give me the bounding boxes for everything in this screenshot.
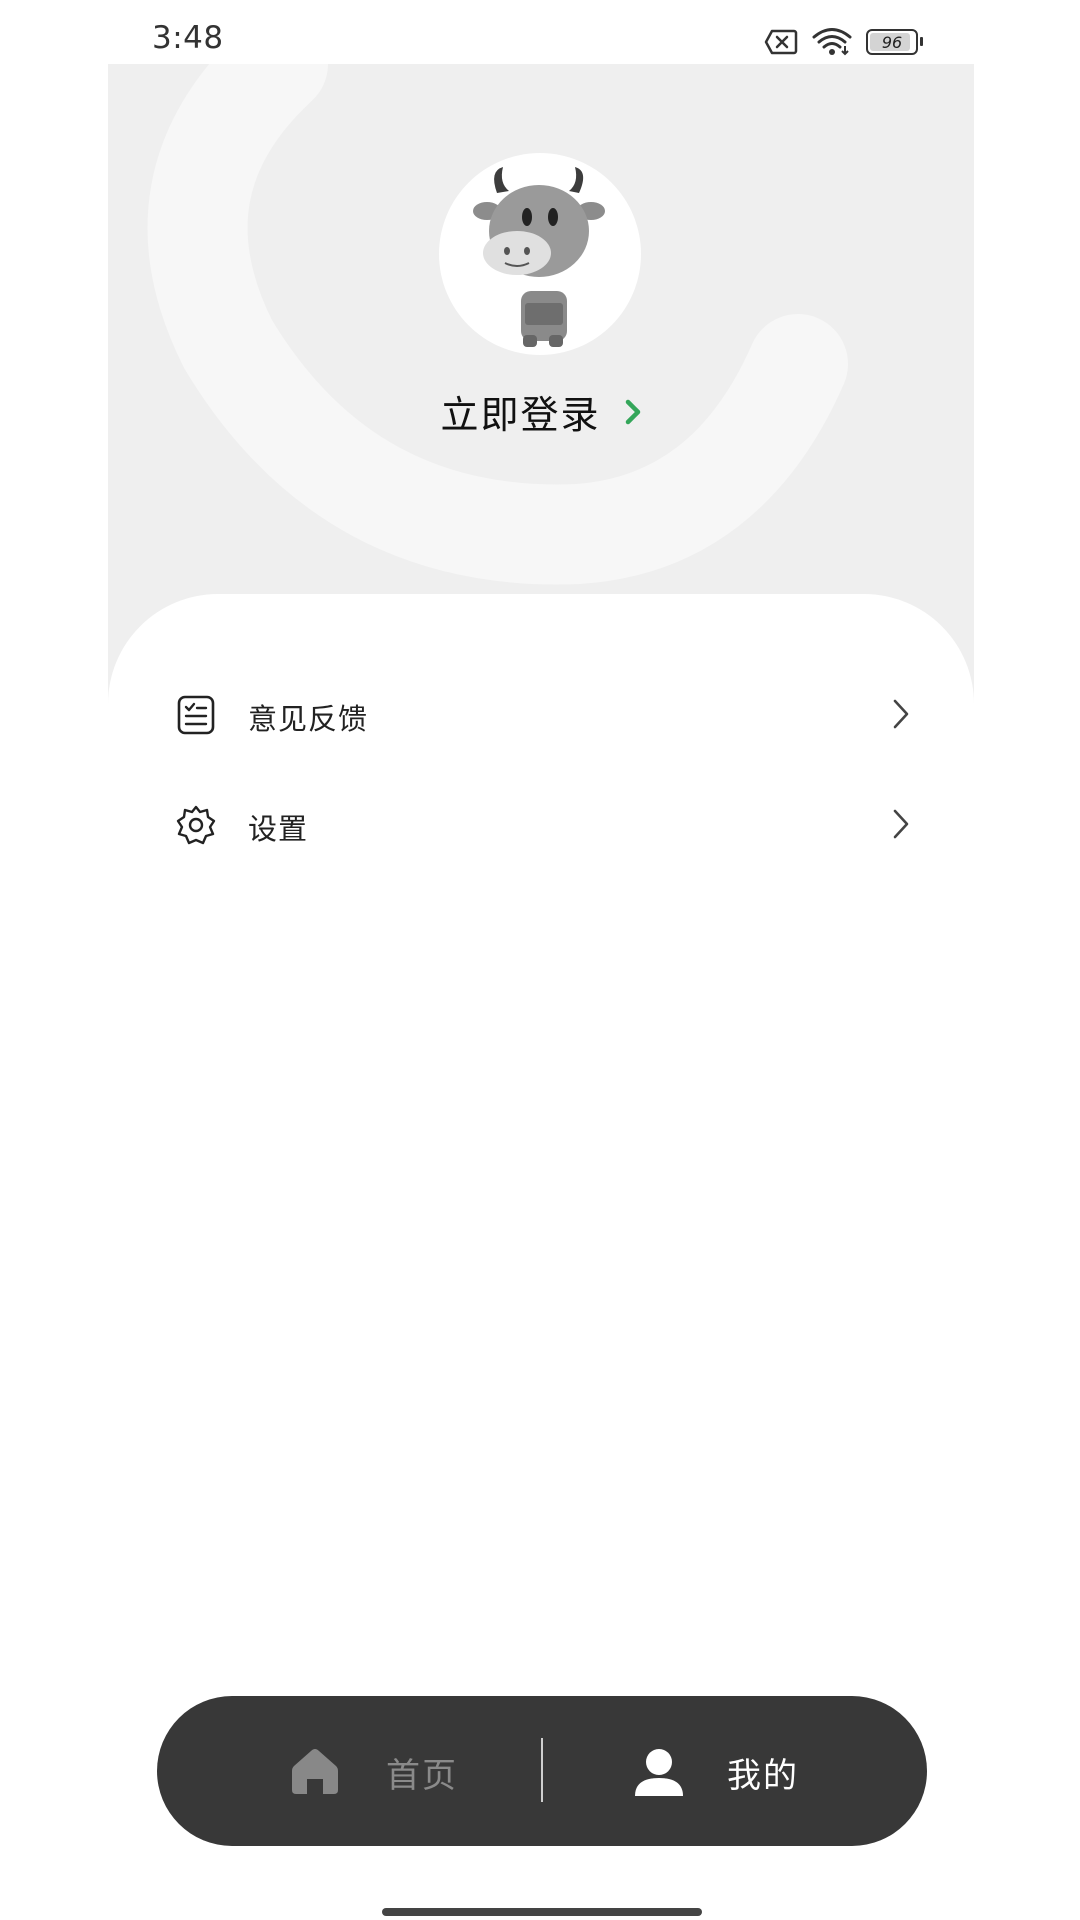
wifi-icon xyxy=(812,28,852,56)
tab-home[interactable]: 首页 xyxy=(157,1696,542,1846)
status-icons: 96 xyxy=(764,26,923,58)
menu-item-label: 意见反馈 xyxy=(248,702,369,736)
login-link[interactable]: 立即登录 xyxy=(108,384,974,439)
login-label[interactable]: 立即登录 xyxy=(440,393,600,437)
status-time: 3:48 xyxy=(152,20,224,56)
chevron-right-icon xyxy=(625,399,640,424)
battery-level: 96 xyxy=(881,32,903,52)
menu-item-settings[interactable]: 设置 xyxy=(108,770,974,880)
feedback-list-icon xyxy=(177,695,215,735)
status-bar: 3:48 96 xyxy=(0,0,1080,64)
home-indicator[interactable] xyxy=(382,1908,702,1916)
menu-item-feedback[interactable]: 意见反馈 xyxy=(108,660,974,770)
avatar[interactable] xyxy=(439,153,641,355)
menu-item-label: 设置 xyxy=(248,812,309,846)
bottom-tab-bar: 首页 我的 xyxy=(157,1696,927,1846)
person-icon xyxy=(635,1749,683,1796)
tab-label: 首页 xyxy=(386,1756,458,1796)
tab-mine[interactable]: 我的 xyxy=(542,1696,927,1846)
tab-label: 我的 xyxy=(727,1756,799,1796)
battery-icon: 96 xyxy=(866,29,923,55)
home-icon xyxy=(292,1749,338,1794)
cow-mascot-image xyxy=(473,167,605,347)
sim-off-icon xyxy=(764,29,798,55)
chevron-right-icon xyxy=(893,699,909,729)
settings-gear-icon xyxy=(176,805,216,845)
chevron-right-icon xyxy=(893,809,909,839)
